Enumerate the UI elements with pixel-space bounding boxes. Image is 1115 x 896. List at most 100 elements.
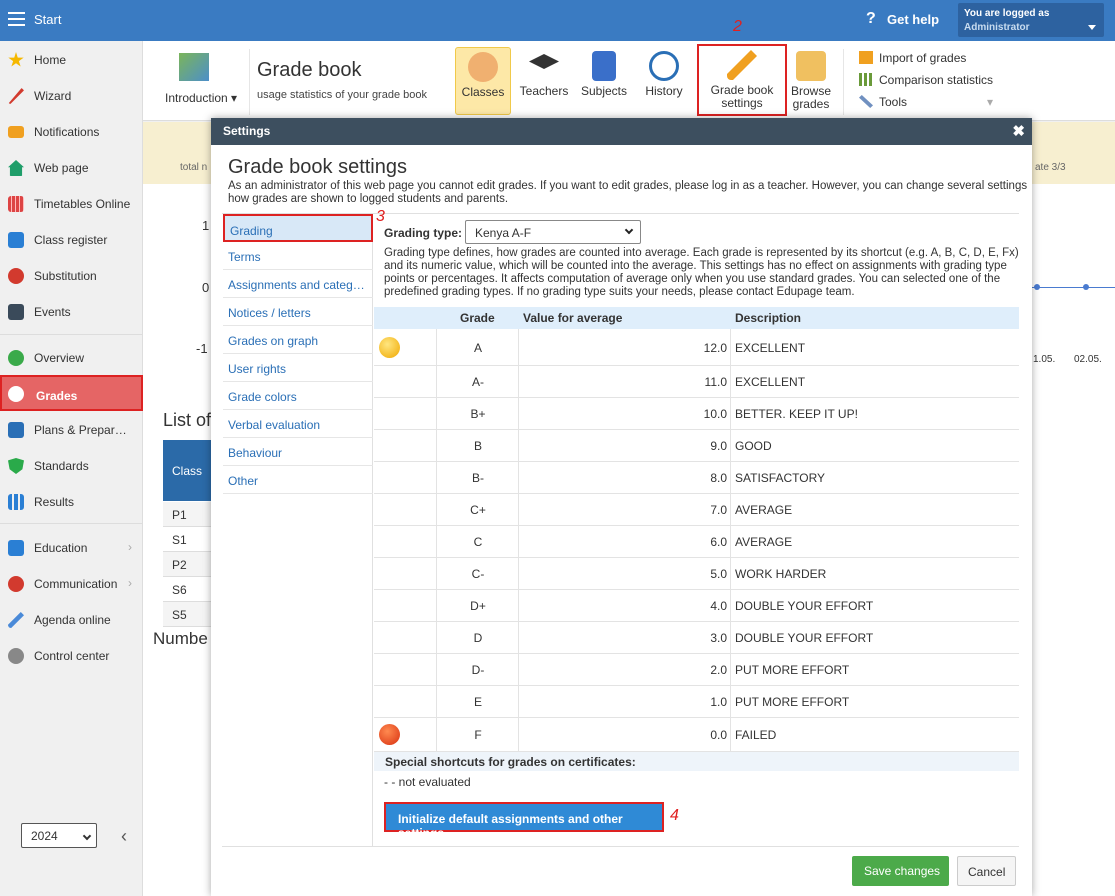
subjects-button[interactable]: Subjects [577,47,631,115]
date-label: 02.05. [1074,354,1102,365]
comparison-statistics-link[interactable]: Comparison statistics [859,73,993,87]
sidebar-item-agenda[interactable]: Agenda online [0,601,143,637]
toolbar-divider [249,49,250,115]
nav-item-user-rights[interactable]: User rights [223,354,373,382]
nav-label: Assignments and categories [228,278,368,292]
grades-icon [8,386,24,402]
save-changes-button[interactable]: Save changes [852,856,949,886]
grade-cell: E [473,695,482,709]
sidebar-item-control-center[interactable]: Control center [0,637,143,673]
sidebar-item-plans[interactable]: Plans & Preparations [0,411,143,447]
sidebar-item-overview[interactable]: Overview [0,339,143,375]
introduction-dropdown[interactable]: Introduction ▾ [165,91,237,105]
initialize-defaults-label: Initialize default assignments and other… [398,812,623,840]
bar-chart-icon [8,494,24,510]
sidebar-item-label: Notifications [34,125,100,139]
icon-cell [374,622,437,653]
history-button[interactable]: History [637,47,691,115]
icon-cell [374,686,437,717]
help-icon[interactable]: ? [866,10,876,28]
sidebar-item-notifications[interactable]: Notifications [0,113,143,149]
divider [222,846,1019,847]
nav-item-grades-on-graph[interactable]: Grades on graph [223,326,373,354]
classes-button[interactable]: Classes [455,47,511,115]
sidebar-item-class-register[interactable]: Class register [0,221,143,257]
sidebar-item-timetables[interactable]: Timetables Online [0,185,143,221]
sidebar-item-home[interactable]: Home [0,41,143,77]
special-shortcuts-title: Special shortcuts for grades on certific… [385,755,636,769]
sidebar-item-events[interactable]: Events [0,293,143,329]
description-cell: EXCELLENT [735,341,806,355]
house-icon [8,160,24,176]
logged-as-label: You are logged as [964,8,1050,19]
column-header-value: Value for average [523,311,623,325]
nav-item-grade-colors[interactable]: Grade colors [223,382,373,410]
initialize-defaults-button[interactable]: Initialize default assignments and other… [384,802,664,840]
icon-cell [374,398,437,429]
start-link[interactable]: Start [34,12,61,27]
sidebar-item-substitution[interactable]: Substitution [0,257,143,293]
value-cell: 4.0 [710,599,727,613]
icon-cell [374,494,437,525]
nav-item-notices[interactable]: Notices / letters [223,298,373,326]
grading-type-select[interactable]: Kenya A-F [465,220,641,244]
table-row: C+ 7.0 AVERAGE [374,494,1019,526]
description-cell: DOUBLE YOUR EFFORT [735,599,874,613]
nav-label: Behaviour [228,446,283,460]
icon-cell [374,558,437,589]
icon-cell [374,654,437,685]
close-icon[interactable]: ✖ [1012,122,1025,140]
table-row: C- 5.0 WORK HARDER [374,558,1019,590]
description-cell: WORK HARDER [735,567,827,581]
user-menu[interactable]: You are logged as Administrator [958,3,1104,37]
sidebar-item-web-page[interactable]: Web page [0,149,143,185]
get-help-link[interactable]: Get help [887,12,939,27]
teachers-label: Teachers [519,84,569,98]
cancel-label: Cancel [968,865,1006,879]
special-shortcut-item: - - not evaluated [384,775,471,789]
value-cell: 9.0 [710,439,727,453]
nav-item-assignments[interactable]: Assignments and categories [223,270,373,298]
sidebar-item-education[interactable]: Education › [0,529,143,565]
nav-item-behaviour[interactable]: Behaviour [223,438,373,466]
teachers-button[interactable]: Teachers [517,47,571,115]
pen-icon [8,612,24,628]
plans-icon [8,422,24,438]
sidebar-divider [0,523,143,524]
nav-item-other[interactable]: Other [223,466,373,494]
sidebar-item-label: Substitution [34,269,97,283]
subjects-label: Subjects [580,84,628,98]
grade-book-settings-button[interactable]: Grade book settings [697,44,787,116]
chat-icon [8,576,24,592]
tools-dropdown[interactable]: Tools ▾ [859,95,993,109]
sidebar-item-grades[interactable]: Grades [0,375,143,411]
nav-item-verbal-evaluation[interactable]: Verbal evaluation [223,410,373,438]
year-select[interactable]: 2024 [21,823,97,848]
happy-smiley-icon [379,337,400,358]
collapse-sidebar-icon[interactable]: ‹ [121,826,127,847]
sidebar-item-wizard[interactable]: Wizard [0,77,143,113]
nav-item-terms[interactable]: Terms [223,242,373,270]
import-grades-link[interactable]: Import of grades [859,51,966,65]
grade-cell: A- [472,375,484,389]
class-cell: S5 [172,608,187,622]
browse-grades-button[interactable]: Browse grades [787,47,835,115]
sidebar-item-standards[interactable]: Standards [0,447,143,483]
book-icon [592,51,616,81]
toolbar-divider [843,49,844,115]
sidebar-item-results[interactable]: Results [0,483,143,519]
value-cell: 7.0 [710,503,727,517]
browse-grades-label-2: grades [792,97,830,111]
star-icon [8,52,24,67]
class-cell: P1 [172,508,187,522]
timetable-icon [8,196,24,212]
hamburger-menu-icon[interactable] [8,12,25,26]
cancel-button[interactable]: Cancel [957,856,1016,886]
value-cell: 11.0 [704,375,727,389]
date-label: 1.05. [1033,354,1056,365]
sidebar-item-communication[interactable]: Communication › [0,565,143,601]
sidebar-divider [0,334,143,335]
annotation-number: 2 [733,18,742,35]
grade-cell: D+ [470,599,486,613]
nav-item-grading[interactable]: Grading [223,214,373,242]
